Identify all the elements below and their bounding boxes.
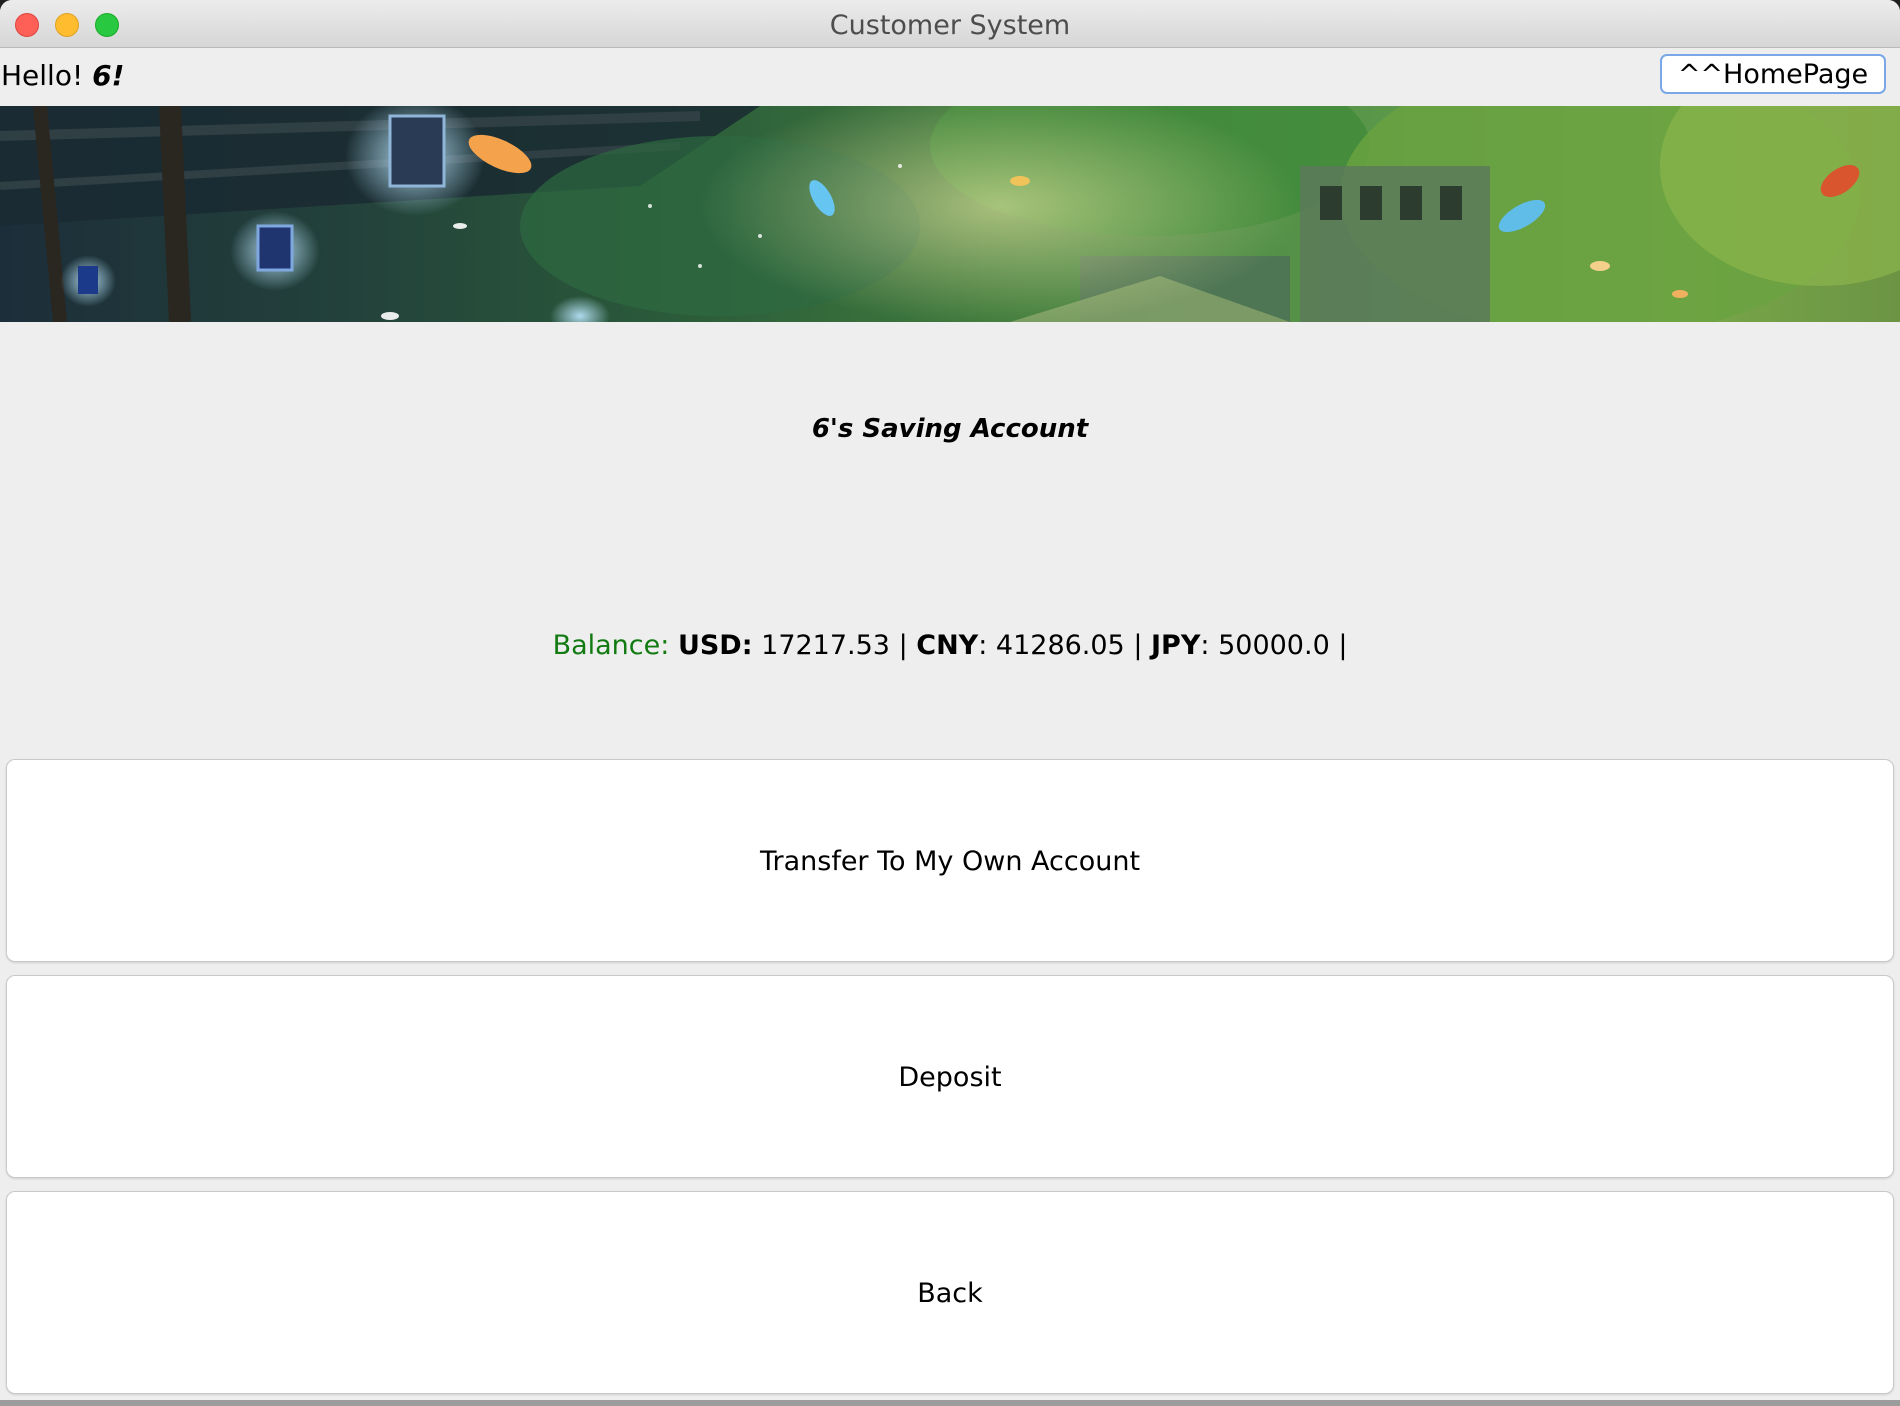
- transfer-button-label: Transfer To My Own Account: [759, 846, 1141, 877]
- account-title: 6's Saving Account: [811, 414, 1089, 444]
- back-button-label: Back: [917, 1278, 983, 1309]
- balance-value-usd: 17217.53: [761, 630, 890, 661]
- currency-code-cny: CNY: [916, 630, 979, 661]
- currency-colon: :: [741, 630, 753, 661]
- deposit-button-label: Deposit: [898, 1062, 1002, 1093]
- balance-line: Balance: USD: 17217.53 | CNY: 41286.05 |…: [552, 630, 1348, 661]
- user-name: 6!: [92, 59, 125, 92]
- title-bar[interactable]: Customer System: [0, 0, 1900, 48]
- customer-system-window: Customer System Hello! 6! ^^HomePage 6's…: [0, 0, 1900, 1406]
- homepage-button[interactable]: ^^HomePage: [1660, 54, 1886, 94]
- deposit-button[interactable]: Deposit: [6, 975, 1894, 1178]
- header-row: Hello! 6! ^^HomePage: [0, 49, 1900, 106]
- currency-code-jpy: JPY: [1151, 630, 1201, 661]
- balance-value-cny: 41286.05: [995, 630, 1125, 661]
- window-bottom-edge: [0, 1400, 1900, 1406]
- window-title: Customer System: [829, 10, 1071, 41]
- banner-illustration: [0, 106, 1900, 322]
- balance-value-jpy: 50000.0: [1218, 630, 1330, 661]
- balance-label: Balance:: [552, 630, 670, 661]
- banner-image: [0, 106, 1900, 322]
- back-button[interactable]: Back: [6, 1191, 1894, 1394]
- greeting-prefix: Hello!: [1, 59, 93, 92]
- transfer-to-own-account-button[interactable]: Transfer To My Own Account: [6, 759, 1894, 962]
- greeting: Hello! 6!: [1, 59, 124, 92]
- currency-code-usd: USD: [677, 630, 742, 661]
